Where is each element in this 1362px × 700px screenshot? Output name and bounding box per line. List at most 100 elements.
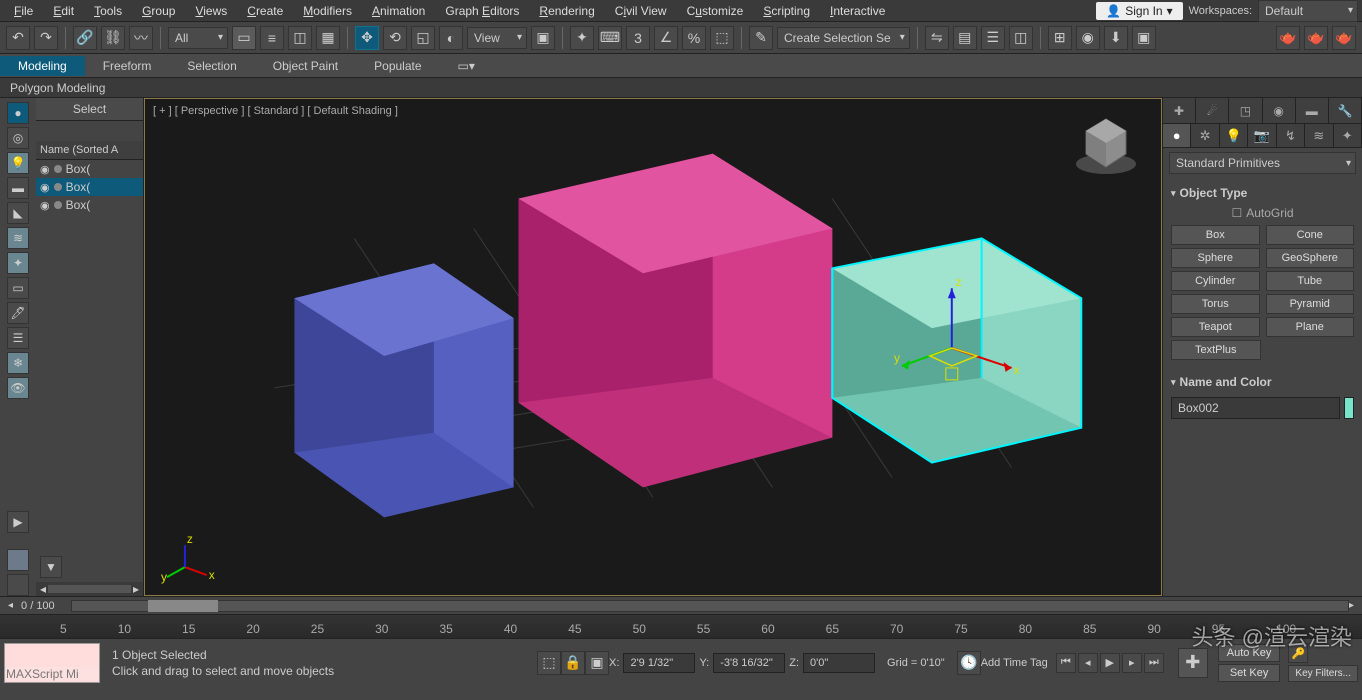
- viewport[interactable]: [ + ] [ Perspective ] [ Standard ] [ Def…: [144, 98, 1162, 596]
- coord-y[interactable]: [713, 653, 785, 673]
- ribbon-expand[interactable]: ▭▾: [440, 56, 493, 76]
- menu-tools[interactable]: Tools: [86, 2, 130, 20]
- scene-expand[interactable]: [36, 121, 143, 141]
- section-title-name-color[interactable]: Name and Color: [1171, 371, 1354, 393]
- redo-button[interactable]: ↷: [34, 26, 58, 50]
- goto-start[interactable]: ⏮: [1056, 653, 1076, 673]
- keyfilters-button[interactable]: Key Filters...: [1288, 665, 1358, 682]
- menu-modifiers[interactable]: Modifiers: [295, 2, 360, 20]
- btn-torus[interactable]: Torus: [1171, 294, 1260, 314]
- lt-swatch[interactable]: [7, 549, 29, 571]
- btn-cone[interactable]: Cone: [1266, 225, 1355, 245]
- btn-geosphere[interactable]: GeoSphere: [1266, 248, 1355, 268]
- lock-icon[interactable]: 🔒: [561, 651, 585, 675]
- goto-end[interactable]: ⏭: [1144, 653, 1164, 673]
- timetag-icon[interactable]: 🕓: [957, 651, 981, 675]
- primitive-category-dropdown[interactable]: Standard Primitives: [1169, 152, 1356, 174]
- curve-editor-button[interactable]: ◫: [1009, 26, 1033, 50]
- render-setup-button[interactable]: ⬇: [1104, 26, 1128, 50]
- menu-animation[interactable]: Animation: [364, 2, 433, 20]
- autogrid-check[interactable]: ☐AutoGrid: [1171, 204, 1354, 222]
- next-frame[interactable]: ▸: [1122, 653, 1142, 673]
- big-add-button[interactable]: ✚: [1178, 648, 1208, 678]
- snap-3d-button[interactable]: 3: [626, 26, 650, 50]
- btn-cylinder[interactable]: Cylinder: [1171, 271, 1260, 291]
- material-editor-button[interactable]: ◉: [1076, 26, 1100, 50]
- time-thumb[interactable]: [148, 600, 218, 612]
- key-mode-icon[interactable]: 🔑: [1288, 643, 1308, 663]
- play[interactable]: ▶: [1100, 653, 1120, 673]
- cp-sub-helpers[interactable]: ↯: [1277, 124, 1305, 147]
- maxscript-listener[interactable]: MAXScript Mi: [4, 643, 100, 683]
- cp-sub-cameras[interactable]: 📷: [1248, 124, 1276, 147]
- viewport-canvas[interactable]: x y z xyz: [145, 99, 1161, 595]
- freeze-icon[interactable]: [54, 165, 62, 173]
- lt-empty[interactable]: [7, 574, 29, 596]
- render-prod-button[interactable]: 🫖: [1304, 26, 1328, 50]
- coord-z[interactable]: [803, 653, 875, 673]
- menu-grapheditors[interactable]: Graph Editors: [437, 2, 527, 20]
- setkey-button[interactable]: Set Key: [1218, 664, 1281, 682]
- isolate-icon[interactable]: ▣: [585, 651, 609, 675]
- menu-file[interactable]: File: [6, 2, 41, 20]
- link-button[interactable]: 🔗: [73, 26, 97, 50]
- lt-snow[interactable]: ❄: [7, 352, 29, 374]
- lt-camera[interactable]: ▬: [7, 177, 29, 199]
- lt-spline[interactable]: ☰: [7, 327, 29, 349]
- freeze-icon[interactable]: [54, 201, 62, 209]
- filter-icon[interactable]: ▼: [40, 556, 62, 578]
- autokey-button[interactable]: Auto Key: [1218, 644, 1281, 662]
- scene-row-2[interactable]: ◉Box(: [36, 196, 143, 214]
- btn-textplus[interactable]: TextPlus: [1171, 340, 1261, 360]
- selection-set-dropdown[interactable]: Create Selection Se: [777, 27, 910, 49]
- ribbon-tab-selection[interactable]: Selection: [169, 56, 254, 76]
- lt-bulb[interactable]: 💡: [7, 152, 29, 174]
- lt-gizmo[interactable]: ✦: [7, 252, 29, 274]
- menu-rendering[interactable]: Rendering: [531, 2, 602, 20]
- pivot-button[interactable]: ▣: [531, 26, 555, 50]
- select-window-button[interactable]: ▦: [316, 26, 340, 50]
- lt-plane[interactable]: ▭: [7, 277, 29, 299]
- btn-sphere[interactable]: Sphere: [1171, 248, 1260, 268]
- percent-snap-button[interactable]: %: [682, 26, 706, 50]
- cp-sub-geometry[interactable]: ●: [1163, 124, 1191, 147]
- coord-x[interactable]: [623, 653, 695, 673]
- cp-tab-utilities[interactable]: 🔧: [1329, 98, 1362, 123]
- ribbon-tab-freeform[interactable]: Freeform: [85, 56, 170, 76]
- cp-tab-display[interactable]: ▬: [1296, 98, 1329, 123]
- section-title-object-type[interactable]: Object Type: [1171, 182, 1354, 204]
- unlink-button[interactable]: ⛓: [101, 26, 125, 50]
- object-name-input[interactable]: [1171, 397, 1340, 419]
- selection-filter-dropdown[interactable]: All: [168, 27, 228, 49]
- btn-plane[interactable]: Plane: [1266, 317, 1355, 337]
- lt-light[interactable]: ◎: [7, 127, 29, 149]
- render-teapot-button[interactable]: 🫖: [1276, 26, 1300, 50]
- select-object-button[interactable]: ▭: [232, 26, 256, 50]
- visibility-icon[interactable]: ◉: [40, 181, 50, 194]
- object-color-swatch[interactable]: [1344, 397, 1354, 419]
- ribbon-tab-objectpaint[interactable]: Object Paint: [255, 56, 356, 76]
- visibility-icon[interactable]: ◉: [40, 163, 50, 176]
- viewport-label[interactable]: [ + ] [ Perspective ] [ Standard ] [ Def…: [153, 105, 398, 117]
- btn-box[interactable]: Box: [1171, 225, 1260, 245]
- schematic-button[interactable]: ⊞: [1048, 26, 1072, 50]
- freeze-icon[interactable]: [54, 183, 62, 191]
- selection-lock-icon[interactable]: ⬚: [537, 651, 561, 675]
- menu-interactive[interactable]: Interactive: [822, 2, 893, 20]
- scale-button[interactable]: ◱: [411, 26, 435, 50]
- menu-views[interactable]: Views: [187, 2, 235, 20]
- menu-scripting[interactable]: Scripting: [755, 2, 818, 20]
- lt-drop[interactable]: 🖊: [7, 302, 29, 324]
- time-ruler[interactable]: 510 1520 2530 3540 4550 5560 6570 7580 8…: [0, 614, 1362, 638]
- undo-button[interactable]: ↶: [6, 26, 30, 50]
- cp-tab-create[interactable]: ✚: [1163, 98, 1196, 123]
- bind-button[interactable]: 〰: [129, 26, 153, 50]
- workspaces-dropdown[interactable]: Default: [1258, 0, 1358, 22]
- viewcube[interactable]: [1071, 109, 1141, 179]
- ribbon-tab-populate[interactable]: Populate: [356, 56, 439, 76]
- btn-teapot[interactable]: Teapot: [1171, 317, 1260, 337]
- angle-snap-button[interactable]: ∠: [654, 26, 678, 50]
- refcoord-dropdown[interactable]: View: [467, 27, 527, 49]
- ribbon-tab-modeling[interactable]: Modeling: [0, 56, 85, 76]
- render-iterate-button[interactable]: 🫖: [1332, 26, 1356, 50]
